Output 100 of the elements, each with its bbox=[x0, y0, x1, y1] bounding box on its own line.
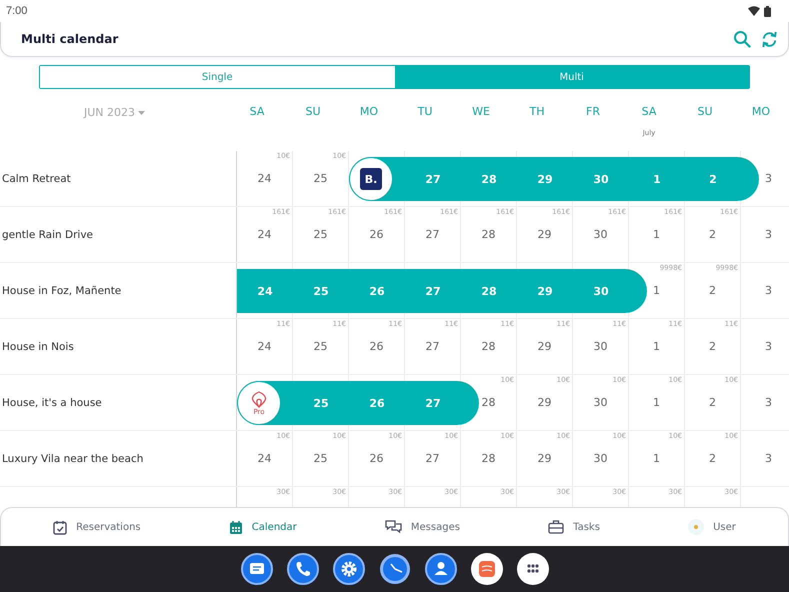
day-number: 2 bbox=[709, 340, 716, 353]
app-icon[interactable] bbox=[470, 553, 502, 585]
day-number: 3 bbox=[765, 172, 772, 185]
day-number: 26 bbox=[370, 228, 384, 241]
day-number: 30 bbox=[594, 452, 608, 465]
clock-icon[interactable] bbox=[378, 553, 410, 585]
day-number: 2 bbox=[709, 396, 716, 409]
briefcase-icon bbox=[548, 520, 564, 534]
day-number: 29 bbox=[537, 284, 553, 298]
day-number: 1 bbox=[653, 396, 660, 409]
day-number: 27 bbox=[426, 340, 440, 353]
weekday-label: SA bbox=[642, 105, 656, 118]
day-number: 26 bbox=[370, 452, 384, 465]
day-number: 24 bbox=[258, 340, 272, 353]
nav-tab[interactable]: Reservations bbox=[49, 518, 145, 536]
day-number: 28 bbox=[482, 340, 496, 353]
day-number: 2 bbox=[709, 172, 717, 186]
calendar-check-icon bbox=[53, 520, 68, 534]
day-number: 30 bbox=[594, 228, 608, 241]
day-number: 3 bbox=[765, 396, 772, 409]
day-number: 29 bbox=[538, 340, 552, 353]
status-time: 7:00 bbox=[6, 5, 28, 17]
day-number: 24 bbox=[258, 228, 272, 241]
day-number: 29 bbox=[538, 228, 552, 241]
day-number: 28 bbox=[481, 172, 497, 186]
property-name: gentle Rain Drive bbox=[2, 228, 94, 240]
day-number: 2 bbox=[709, 452, 716, 465]
weekday-label: TU bbox=[418, 105, 432, 118]
booking-logo: B. bbox=[349, 157, 393, 201]
day-number: 27 bbox=[425, 396, 441, 410]
day-number: 25 bbox=[313, 284, 329, 298]
day-number: 24 bbox=[258, 452, 272, 465]
day-number: 25 bbox=[314, 340, 328, 353]
day-number: 27 bbox=[426, 228, 440, 241]
day-number: 27 bbox=[425, 172, 441, 186]
weekday-label: WE bbox=[472, 105, 490, 118]
weekday-label: TH bbox=[530, 105, 544, 118]
weekday-label: MO bbox=[752, 105, 770, 118]
reservation-bar[interactable]: 24 25 26 27 28 29 30 bbox=[237, 269, 647, 313]
day-number: 26 bbox=[369, 396, 385, 410]
day-number: 25 bbox=[313, 396, 329, 410]
day-number: 2 bbox=[709, 228, 716, 241]
day-number: 3 bbox=[765, 452, 772, 465]
nav-tab[interactable]: Messages bbox=[380, 518, 464, 536]
day-number: 3 bbox=[765, 228, 772, 241]
calendar-icon bbox=[228, 520, 243, 534]
nav-tab[interactable]: Calendar bbox=[224, 518, 301, 536]
day-number: 30 bbox=[593, 284, 609, 298]
weekday-label: MO bbox=[360, 105, 378, 118]
view-tab[interactable]: Multi bbox=[394, 66, 749, 88]
day-number: 3 bbox=[765, 340, 772, 353]
messages-app-icon[interactable] bbox=[240, 553, 272, 585]
search-icon[interactable] bbox=[733, 30, 751, 48]
day-number: 28 bbox=[482, 228, 496, 241]
nav-tab[interactable]: Tasks bbox=[544, 518, 604, 536]
property-name: House in Foz, Mañente bbox=[2, 284, 122, 296]
day-number: 27 bbox=[426, 452, 440, 465]
nav-tab[interactable]: User bbox=[684, 517, 740, 537]
day-number: 30 bbox=[594, 396, 608, 409]
avatar-icon bbox=[688, 519, 704, 535]
day-number: 2 bbox=[709, 284, 716, 297]
day-number: 1 bbox=[653, 340, 660, 353]
weekday-label: SU bbox=[697, 105, 713, 118]
settings-icon[interactable] bbox=[332, 553, 364, 585]
property-name: Calm Retreat bbox=[2, 172, 71, 184]
weekday-label: SA bbox=[250, 105, 264, 118]
weekday-label: FR bbox=[586, 105, 600, 118]
day-number: 28 bbox=[481, 284, 497, 298]
refresh-icon[interactable] bbox=[761, 30, 778, 48]
day-number: 29 bbox=[537, 172, 553, 186]
person-icon[interactable] bbox=[424, 553, 456, 585]
day-number: 25 bbox=[314, 452, 328, 465]
day-number: 29 bbox=[538, 396, 552, 409]
day-number: 1 bbox=[653, 284, 660, 297]
chat-icon bbox=[384, 520, 402, 534]
day-number: 25 bbox=[314, 172, 328, 185]
property-name: Luxury Vila near the beach bbox=[2, 452, 144, 464]
day-number: 28 bbox=[482, 452, 496, 465]
reservation-bar[interactable]: B. 27 28 29 30 1 2 bbox=[349, 157, 759, 201]
day-number: 24 bbox=[258, 172, 272, 185]
day-number: 3 bbox=[765, 284, 772, 297]
day-number: 26 bbox=[370, 340, 384, 353]
app-grid-icon[interactable] bbox=[516, 553, 548, 585]
caret-icon bbox=[138, 110, 145, 114]
day-number: 24 bbox=[257, 284, 273, 298]
property-name: House in Nois bbox=[2, 340, 74, 352]
property-name: House, it's a house bbox=[2, 396, 102, 408]
day-number: 1 bbox=[653, 452, 660, 465]
day-number: 1 bbox=[653, 228, 660, 241]
weekday-label: SU bbox=[305, 105, 321, 118]
day-number: 26 bbox=[369, 284, 385, 298]
day-number: 30 bbox=[593, 172, 609, 186]
day-number: 27 bbox=[425, 284, 441, 298]
phone-icon[interactable] bbox=[286, 553, 318, 585]
day-number: 28 bbox=[482, 396, 496, 409]
day-number: 25 bbox=[314, 228, 328, 241]
page-title: Multi calendar bbox=[21, 32, 118, 46]
month-picker[interactable]: JUN 2023 bbox=[82, 104, 147, 121]
day-number: 29 bbox=[538, 452, 552, 465]
day-number: 1 bbox=[653, 172, 661, 186]
